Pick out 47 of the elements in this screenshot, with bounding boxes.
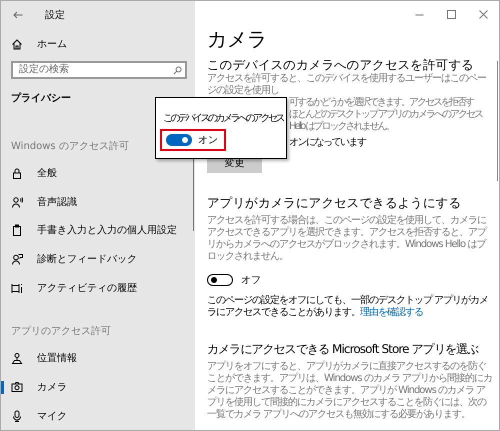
sidebar-item[interactable]: マイク xyxy=(1,401,195,430)
location-person-icon xyxy=(11,352,23,364)
reason-link[interactable]: 理由を確認する xyxy=(360,307,423,318)
group-heading: アプリのアクセス許可 xyxy=(11,324,111,338)
lock-icon xyxy=(11,166,23,179)
sidebar-item[interactable]: 診断とフィードバック xyxy=(1,244,195,274)
note-text: このページの設定をオフにしても、一部のデスクトップ アプリがカメラにアクセスできることがあります。理由を確認する xyxy=(207,295,490,319)
sidebar-item[interactable]: 位置情報 xyxy=(1,344,195,373)
description-text: アクセスを許可する場合は、このページの設定を使用して、カメラにアクセスできるアプリを選択できます。アクセスを拒否すると、アプリからカメラへのアクセスがブロックされます。Windows Hello はブロックされません。 xyxy=(207,215,488,263)
status-text: オンになっています xyxy=(289,136,367,149)
sidebar-item[interactable]: 手書き入力と入力の個人用設定 xyxy=(1,216,195,245)
person-feedback-icon xyxy=(11,252,23,265)
popup-label: このデバイスのカメラへのアクセス xyxy=(163,112,283,125)
maximize-icon xyxy=(446,10,456,18)
toggle-switch[interactable] xyxy=(166,134,192,146)
toggle-label: オフ xyxy=(241,274,261,287)
sidebar-item[interactable]: 全般 xyxy=(1,158,195,188)
description-text: Hello はブロックされません。 xyxy=(289,121,395,133)
page-title: カメラ xyxy=(207,27,268,51)
microphone-icon xyxy=(11,410,23,422)
description-text: ほとんどのデスクトップ アプリのカメラへのアクセス xyxy=(289,109,484,121)
clipboard-icon xyxy=(11,224,23,236)
category-title: プライバシー xyxy=(10,91,72,105)
timeline-icon xyxy=(11,282,23,294)
section-heading: アプリがカメラにアクセスできるようにする xyxy=(207,195,462,211)
window-title: 設定 xyxy=(45,8,65,22)
toggle-switch[interactable] xyxy=(207,274,233,286)
camera-icon xyxy=(11,380,23,393)
description-text: 可するかどうかを選択できます。アクセスを拒否す xyxy=(289,97,474,108)
search-field[interactable]: 設定の検索 xyxy=(11,60,187,79)
home-link[interactable]: ホーム xyxy=(37,36,67,51)
description-text: アクセスを許可すると、このデバイスを使用するユーザーはこのページの設定を使用し xyxy=(207,73,488,96)
sidebar-item[interactable]: カメラ xyxy=(1,372,195,402)
speech-person-icon xyxy=(11,196,23,208)
close-icon xyxy=(478,10,488,18)
section-heading: カメラにアクセスできる Microsoft Store アプリを選ぶ xyxy=(207,341,478,357)
back-arrow-icon[interactable] xyxy=(13,10,23,19)
scrollbar[interactable] xyxy=(193,159,194,231)
home-icon xyxy=(11,38,23,50)
search-icon xyxy=(173,66,182,75)
sidebar-item[interactable]: 音声認識 xyxy=(1,187,195,216)
group-heading: Windows のアクセス許可 xyxy=(11,140,129,153)
section-heading: このデバイスのカメラへのアクセスを許可する xyxy=(207,57,475,72)
description-text: アプリをオフにすると、アプリがカメラに直接アクセスするのを防ぐことができます。アプリは、Windows のカメラ アプリから間接的にカメラにアクセスすることができます。アプリが Windows のカメラ アプリを使用して間接的にカメラにアクセスすることを防ぐには、次の一覧でカメラ アプリへのアクセスも無効にする必要があります。 xyxy=(207,361,493,421)
sidebar-item[interactable]: アクティビティの履歴 xyxy=(1,273,195,302)
scrollbar[interactable] xyxy=(497,61,498,181)
toggle-label: オン xyxy=(198,134,218,147)
